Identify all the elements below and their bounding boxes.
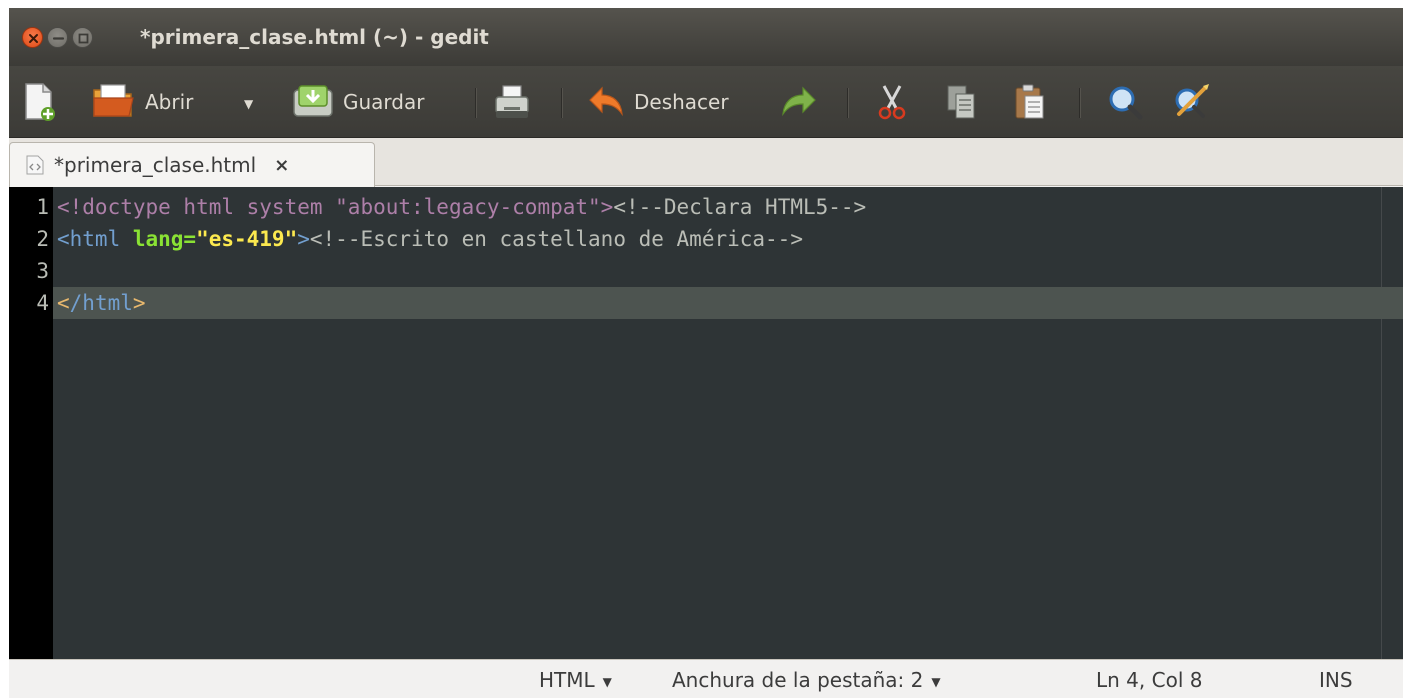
search-icon [1109,86,1143,120]
code-token: <!--Escrito en castellano de América--> [309,227,803,251]
toolbar-separator [847,88,848,118]
undo-label: Deshacer [634,90,729,114]
html-file-icon [26,155,44,175]
tab-width-selector[interactable]: Anchura de la pestaña: 2 ▼ [672,668,941,692]
code-line[interactable]: 2 <html lang="es-419"><!--Escrito en cast… [9,223,1403,255]
new-document-button[interactable] [23,80,57,124]
code-token: <!--Declara HTML5--> [613,195,867,219]
gedit-window: *primera_clase.html (~) - gedit Abrir ▼ [9,8,1403,698]
paste-icon [1015,84,1044,119]
printer-icon [495,85,529,118]
code-token: "es-419" [196,227,298,251]
copy-icon [947,85,975,119]
code-token: > [297,227,310,251]
find-replace-button[interactable] [1171,80,1213,124]
code-token: "about:legacy-compat" [335,195,601,219]
code-editor[interactable]: 1 <!doctype html system "about:legacy-com… [9,187,1403,659]
redo-button[interactable] [779,80,819,124]
language-selector[interactable]: HTML ▼ [539,668,612,692]
toolbar-separator [561,88,562,118]
search-replace-icon [1175,84,1209,118]
tab-primera-clase[interactable]: *primera_clase.html × [9,142,375,187]
line-number: 3 [36,259,49,283]
chevron-down-icon: ▼ [931,674,941,689]
code-token: < [57,291,70,315]
save-label: Guardar [343,90,425,114]
open-label: Abrir [145,90,194,114]
maximize-icon [78,33,89,44]
toolbar-separator [1079,88,1080,118]
code-token: /html [69,291,133,315]
line-number: 4 [9,287,53,319]
tab-strip: *primera_clase.html × [9,138,1403,187]
new-document-icon [25,83,55,121]
open-recent-dropdown[interactable]: ▼ [244,97,253,111]
close-icon [29,34,38,43]
cut-button[interactable] [874,80,910,124]
status-bar: HTML ▼ Anchura de la pestaña: 2 ▼ Ln 4, Co… [9,659,1403,698]
code-token: > [600,195,614,219]
close-window-button[interactable] [22,27,43,48]
code-token: <html [57,227,133,251]
minimize-window-button[interactable] [47,27,68,48]
minimize-icon [52,37,65,40]
maximize-window-button[interactable] [72,27,93,48]
save-button[interactable]: Guardar [291,80,424,124]
code-token: <!doctype html system [57,195,336,219]
code-line[interactable]: 4 </html> [9,287,1403,319]
code-line[interactable]: 1 <!doctype html system "about:legacy-com… [9,191,1403,223]
open-folder-icon [93,84,134,117]
copy-button[interactable] [944,80,980,124]
undo-button[interactable]: Deshacer [586,80,729,124]
code-token: > [132,291,146,315]
save-icon [293,85,333,117]
print-button[interactable] [492,80,532,124]
paste-button[interactable] [1012,80,1048,124]
redo-arrow-icon [782,86,816,117]
chevron-down-icon: ▼ [602,674,612,689]
tab-width-label: Anchura de la pestaña: 2 [672,668,924,692]
line-number: 2 [36,227,49,251]
tab-close-button[interactable]: × [274,155,289,176]
tab-label: *primera_clase.html [54,153,257,177]
open-button[interactable]: Abrir [91,80,193,124]
code-text: </html> [57,287,146,319]
toolbar: Abrir ▼ Guardar Deshacer [9,66,1403,138]
cursor-position: Ln 4, Col 8 [1096,668,1203,692]
title-bar: *primera_clase.html (~) - gedit [9,8,1403,66]
window-title: *primera_clase.html (~) - gedit [140,25,489,49]
code-text: <html lang="es-419"><!--Escrito en caste… [57,223,803,255]
undo-arrow-icon [589,86,623,117]
insert-mode: INS [1319,668,1353,692]
scissors-icon [878,85,906,120]
code-text: <!doctype html system "about:legacy-comp… [57,191,866,223]
code-line[interactable]: 3 [9,255,1403,287]
find-button[interactable] [1105,80,1145,124]
code-token: lang= [132,227,197,251]
language-label: HTML [539,668,595,692]
toolbar-separator [475,88,476,118]
line-number: 1 [36,195,49,219]
